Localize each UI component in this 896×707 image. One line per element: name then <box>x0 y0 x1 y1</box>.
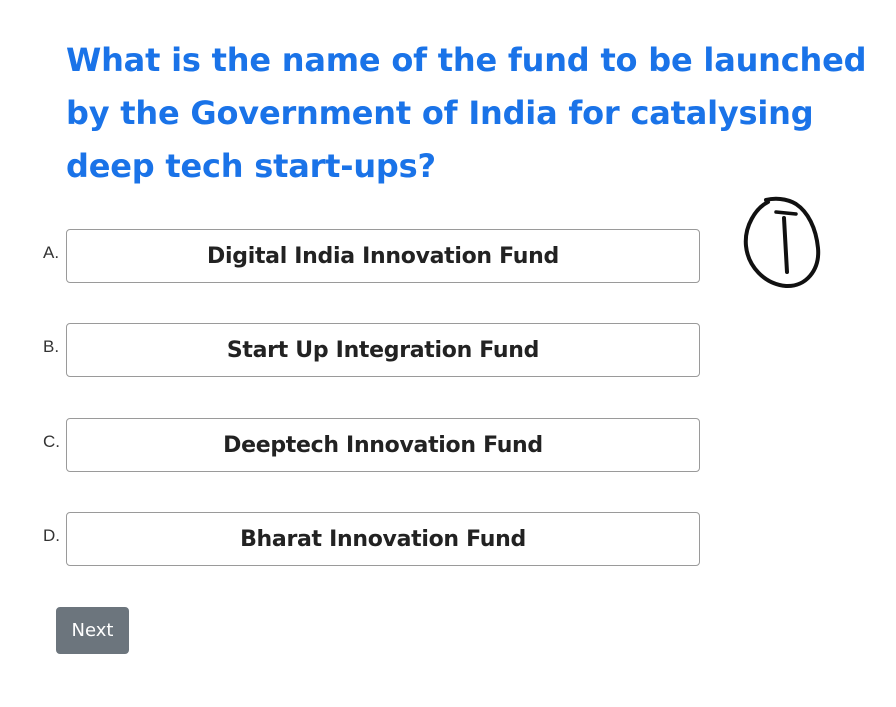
option-row-c: C. Deeptech Innovation Fund <box>0 418 720 472</box>
next-button[interactable]: Next <box>56 607 129 654</box>
option-letter-c: C. <box>43 432 60 451</box>
option-a-label: Digital India Innovation Fund <box>207 243 559 269</box>
option-letter-d: D. <box>43 526 60 545</box>
option-a-button[interactable]: Digital India Innovation Fund <box>66 229 700 283</box>
handwritten-circled-one-icon <box>743 196 821 289</box>
option-b-label: Start Up Integration Fund <box>226 337 540 363</box>
option-d-button[interactable]: Bharat Innovation Fund <box>66 512 700 566</box>
option-d-label: Bharat Innovation Fund <box>240 526 526 552</box>
option-row-b: B. Start Up Integration Fund <box>0 323 720 377</box>
option-c-button[interactable]: Deeptech Innovation Fund <box>66 418 700 472</box>
option-row-d: D. Bharat Innovation Fund <box>0 512 720 566</box>
option-letter-b: B. <box>43 337 60 356</box>
option-c-label: Deeptech Innovation Fund <box>223 432 543 458</box>
option-b-button[interactable]: Start Up Integration Fund <box>66 323 700 377</box>
question-text: What is the name of the fund to be launc… <box>66 41 867 185</box>
option-row-a: A. Digital India Innovation Fund <box>0 229 720 283</box>
option-letter-a: A. <box>43 243 60 262</box>
